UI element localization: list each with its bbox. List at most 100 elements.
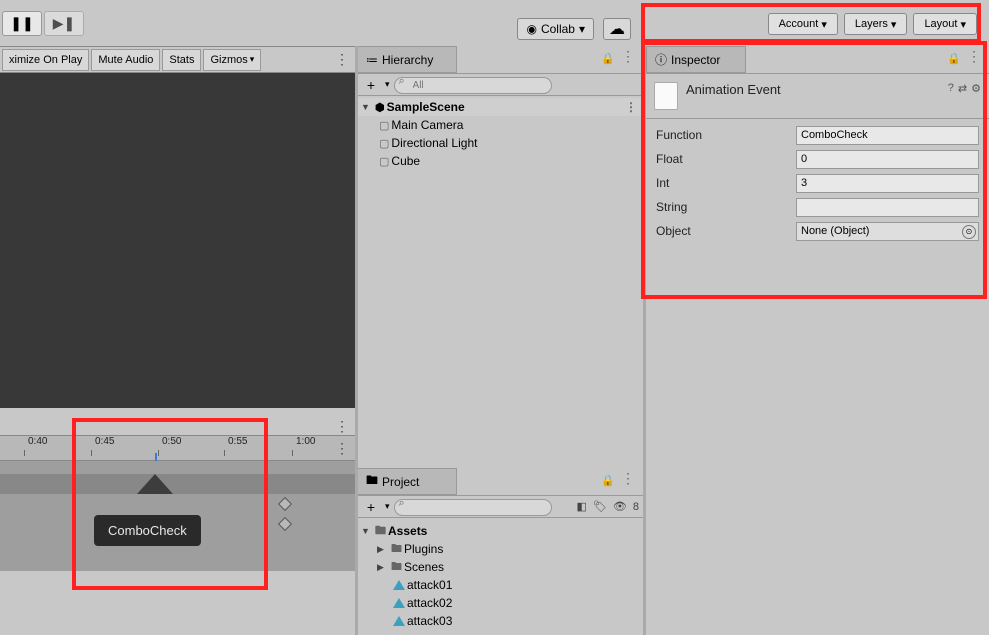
- hidden-icon[interactable]: 👁: [613, 500, 627, 513]
- time-mark: 0:50: [162, 436, 181, 447]
- tab-bar: ≔ Hierarchy 🔒 ⋮: [357, 46, 643, 74]
- pause-button[interactable]: ❚❚: [2, 11, 42, 36]
- layout-button[interactable]: Layout▾: [913, 13, 977, 35]
- event-track[interactable]: [0, 474, 355, 494]
- inspector-panel: ⓘ Inspector 🔒 ⋮ Animation Event ? ⇄ ⚙ Fu…: [646, 46, 989, 635]
- anim-clip-icon: [393, 597, 405, 609]
- cube-icon: ▢: [379, 137, 389, 150]
- function-field[interactable]: [796, 126, 979, 145]
- add-button[interactable]: +: [361, 76, 381, 94]
- tab-bar: ⓘ Inspector 🔒 ⋮: [646, 46, 989, 74]
- animation-event-marker[interactable]: [136, 474, 174, 494]
- account-button[interactable]: Account▾: [768, 13, 838, 35]
- asset-name: attack03: [407, 614, 452, 628]
- maximize-on-play-button[interactable]: ximize On Play: [2, 49, 89, 71]
- menu-icon[interactable]: ⋮: [329, 51, 355, 68]
- object-picker-icon[interactable]: ⊙: [962, 225, 976, 239]
- ruler-tick: [292, 450, 293, 456]
- add-button[interactable]: +: [361, 498, 381, 516]
- search-wrap: [394, 497, 573, 516]
- project-folder-row[interactable]: ▶ 🖿 Plugins: [357, 540, 643, 558]
- menu-icon[interactable]: ⋮: [621, 470, 635, 487]
- float-field[interactable]: [796, 150, 979, 169]
- expand-arrow-icon[interactable]: ▼: [361, 526, 373, 536]
- gameobject-row[interactable]: ▢ Cube: [357, 152, 643, 170]
- ruler-tick: [158, 450, 159, 456]
- search-wrap: [394, 75, 639, 94]
- asset-name: attack01: [407, 578, 452, 592]
- tab-project[interactable]: 🖿 Project: [357, 468, 457, 495]
- gameobject-row[interactable]: ▢ Main Camera: [357, 116, 643, 134]
- property-label: Float: [656, 152, 786, 166]
- step-button[interactable]: ▶❚: [44, 11, 84, 36]
- anim-clip-icon: [393, 615, 405, 627]
- hierarchy-toolbar: + ▾: [357, 74, 643, 96]
- tab-inspector[interactable]: ⓘ Inspector: [646, 46, 746, 73]
- string-field[interactable]: [796, 198, 979, 217]
- property-row-float: Float: [646, 147, 989, 171]
- project-filter-icons: ◧ 🏷 👁 8: [577, 500, 639, 513]
- filter-label-icon[interactable]: 🏷: [593, 500, 607, 513]
- cube-icon: ▢: [379, 119, 389, 132]
- expand-arrow-icon[interactable]: ▶: [377, 544, 389, 555]
- gameobject-row[interactable]: ▢ Directional Light: [357, 134, 643, 152]
- scene-name: SampleScene: [387, 100, 465, 114]
- project-anim-row[interactable]: attack02: [357, 594, 643, 612]
- lock-icon[interactable]: 🔒: [601, 474, 615, 487]
- mute-audio-button[interactable]: Mute Audio: [91, 49, 160, 71]
- panel-divider[interactable]: [643, 46, 646, 635]
- project-tree: ▼ 🖿 Assets ▶ 🖿 Plugins ▶ 🖿 Scenes attack…: [357, 518, 643, 634]
- cloud-button[interactable]: ☁: [603, 18, 631, 40]
- menu-icon[interactable]: ⋮: [621, 48, 635, 65]
- chevron-down-icon[interactable]: ▾: [385, 501, 390, 512]
- gear-icon[interactable]: ⚙: [971, 82, 981, 95]
- project-search-input[interactable]: [394, 499, 552, 516]
- tab-bar: 🖿 Project 🔒 ⋮: [357, 468, 643, 496]
- lock-icon[interactable]: 🔒: [947, 52, 961, 65]
- project-folder-row[interactable]: ▶ 🖿 Scenes: [357, 558, 643, 576]
- project-anim-row[interactable]: attack01: [357, 576, 643, 594]
- hierarchy-tree: ▼ ⬢ SampleScene ⋮ ▢ Main Camera ▢ Direct…: [357, 96, 643, 172]
- tab-hierarchy[interactable]: ≔ Hierarchy: [357, 46, 457, 73]
- hierarchy-search-input[interactable]: [394, 77, 552, 94]
- collab-button[interactable]: ◉ Collab ▾: [517, 18, 594, 40]
- lock-icon[interactable]: 🔒: [601, 52, 615, 65]
- object-value: None (Object): [801, 225, 869, 237]
- folder-icon: 🖿: [391, 540, 402, 559]
- project-root-row[interactable]: ▼ 🖿 Assets: [357, 522, 643, 540]
- help-icon[interactable]: ?: [948, 82, 954, 95]
- ruler-tick: [91, 450, 92, 456]
- timeline-ruler[interactable]: 0:40 0:45 0:50 0:55 1:00: [0, 435, 355, 461]
- folder-name: Plugins: [404, 542, 443, 556]
- expand-arrow-icon[interactable]: ▶: [377, 562, 389, 573]
- cloud-icon: ☁: [609, 19, 625, 39]
- project-anim-row[interactable]: attack03: [357, 612, 643, 630]
- menu-icon[interactable]: ⋮: [335, 440, 349, 457]
- menu-icon[interactable]: ⋮: [335, 418, 349, 435]
- int-field[interactable]: [796, 174, 979, 193]
- main-toolbar: ❚❚ ▶❚ ◉ Collab ▾ ☁ Account▾ Layers▾ Layo…: [0, 0, 989, 46]
- preset-icon[interactable]: ⇄: [958, 82, 967, 95]
- collab-icon: ◉: [526, 22, 536, 36]
- chevron-down-icon: ▾: [579, 22, 585, 36]
- inspector-title: Animation Event: [686, 82, 940, 97]
- expand-arrow-icon[interactable]: ▼: [361, 102, 373, 112]
- keyframe-diamond[interactable]: [278, 517, 292, 531]
- unity-icon: ⬢: [375, 101, 385, 114]
- scene-row[interactable]: ▼ ⬢ SampleScene ⋮: [357, 98, 643, 116]
- scene-menu-icon[interactable]: ⋮: [625, 100, 637, 114]
- filter-type-icon[interactable]: ◧: [577, 500, 587, 513]
- chevron-down-icon[interactable]: ▾: [385, 79, 390, 90]
- panel-divider[interactable]: [355, 46, 358, 635]
- asset-name: attack02: [407, 596, 452, 610]
- layers-button[interactable]: Layers▾: [844, 13, 908, 35]
- keyframe-diamond[interactable]: [278, 497, 292, 511]
- gizmos-button[interactable]: Gizmos: [203, 49, 261, 71]
- stats-button[interactable]: Stats: [162, 49, 201, 71]
- info-icon: ⓘ: [655, 51, 667, 68]
- menu-icon[interactable]: ⋮: [967, 48, 981, 65]
- inspector-header-icons: ? ⇄ ⚙: [948, 82, 981, 95]
- time-mark: 0:55: [228, 436, 247, 447]
- object-field[interactable]: None (Object) ⊙: [796, 222, 979, 241]
- gameobject-name: Main Camera: [391, 118, 463, 132]
